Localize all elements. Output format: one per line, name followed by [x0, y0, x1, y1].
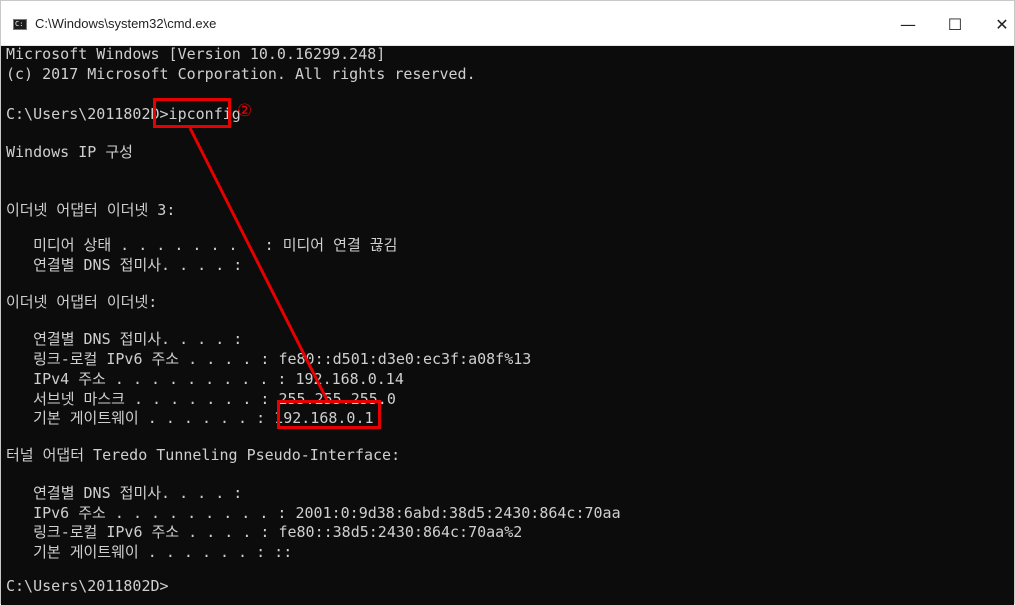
console-line: 연결별 DNS 접미사. . . . : — [6, 330, 243, 348]
console-line: 이더넷 어댑터 이더넷: — [6, 293, 158, 311]
console-line: 링크-로컬 IPv6 주소 . . . . : fe80::d501:d3e0:… — [6, 350, 532, 368]
console-line: 연결별 DNS 접미사. . . . : — [6, 256, 243, 274]
close-button[interactable]: ✕ — [979, 9, 1015, 39]
cmd-app-icon: C: — [13, 19, 27, 30]
window-title: C:\Windows\system32\cmd.exe — [35, 16, 217, 31]
console-line: Microsoft Windows [Version 10.0.16299.24… — [6, 45, 386, 63]
command-prompt-line: C:\Users\2011802D> — [6, 577, 169, 595]
console-line: 링크-로컬 IPv6 주소 . . . . : fe80::38d5:2430:… — [6, 523, 523, 541]
title-bar[interactable]: C: C:\Windows\system32\cmd.exe — ☐ ✕ — [1, 1, 1014, 46]
maximize-button[interactable]: ☐ — [932, 9, 978, 39]
console-line: 터널 어댑터 Teredo Tunneling Pseudo-Interface… — [6, 446, 401, 464]
console-line: 미디어 상태 . . . . . . . . : 미디어 연결 끊김 — [6, 236, 398, 254]
console-line: IPv4 주소 . . . . . . . . . : 192.168.0.14 — [6, 370, 404, 388]
console-line: IPv6 주소 . . . . . . . . . : 2001:0:9d38:… — [6, 504, 621, 522]
cmd-window: C: C:\Windows\system32\cmd.exe — ☐ ✕ Mic… — [0, 0, 1015, 605]
step-number-label: ② — [237, 101, 253, 121]
console-line: (c) 2017 Microsoft Corporation. All righ… — [6, 65, 476, 83]
console-output[interactable]: Microsoft Windows [Version 10.0.16299.24… — [1, 46, 1014, 605]
console-line: 이더넷 어댑터 이더넷 3: — [6, 201, 176, 219]
gateway-highlight-box — [277, 400, 381, 429]
console-line: 연결별 DNS 접미사. . . . : — [6, 484, 243, 502]
minimize-button[interactable]: — — [885, 9, 931, 39]
console-line: Windows IP 구성 — [6, 143, 133, 161]
console-line: 기본 게이트웨이 . . . . . . : :: — [6, 543, 293, 561]
ipconfig-highlight-box — [153, 98, 231, 128]
